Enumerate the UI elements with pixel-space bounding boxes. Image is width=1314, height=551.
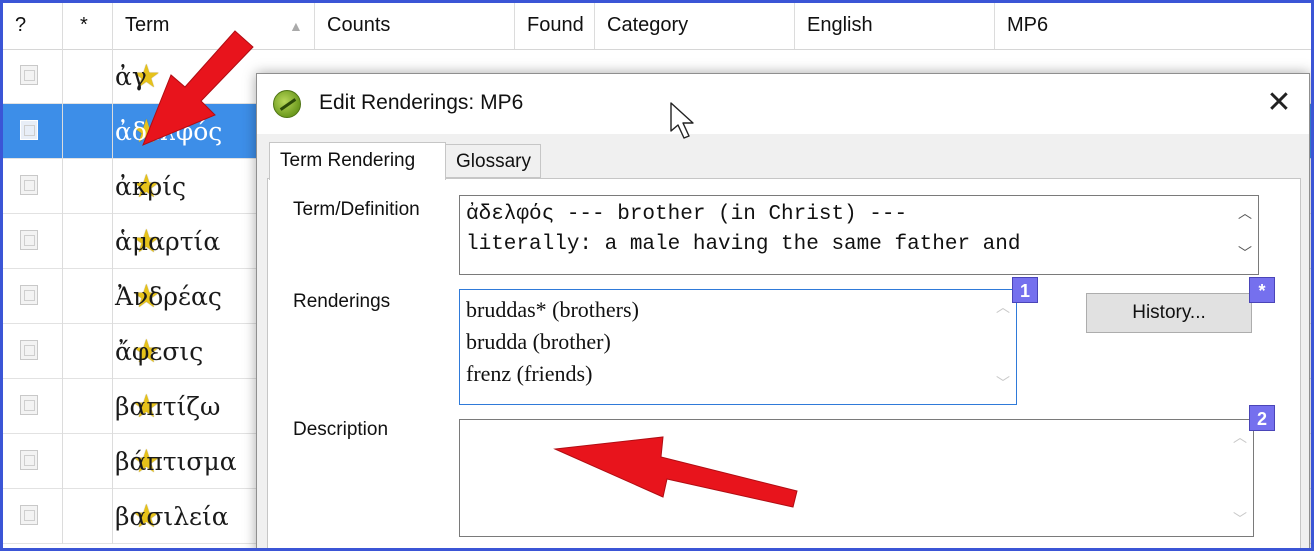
term-cell: ἄφεσις (115, 337, 204, 366)
column-header-english-label: English (807, 14, 873, 36)
column-header-star-label: * (80, 14, 88, 36)
history-badge: * (1249, 277, 1275, 303)
term-definition-field[interactable]: ἀδελφός --- brother (in Christ) --- lite… (459, 195, 1259, 275)
column-header-found[interactable]: Found (515, 3, 595, 49)
term-cell: Ἀνδρέας (115, 282, 222, 311)
app-window: ? * Term ▲ Counts Found Category English… (0, 0, 1314, 551)
app-logo-icon (273, 90, 301, 118)
description-label: Description (293, 419, 389, 440)
term-cell: ἀκρίς (115, 172, 187, 201)
status-icon (20, 395, 38, 415)
rendering-item: bruddas* (brothers) (466, 297, 639, 322)
status-icon (20, 450, 38, 470)
edit-renderings-dialog: Edit Renderings: MP6 ✕ Term Rendering Gl… (256, 73, 1310, 548)
term-definition-line-2: literally: a male having the same father… (466, 233, 1021, 256)
term-cell: βασιλεία (115, 502, 229, 531)
tab-term-rendering[interactable]: Term Rendering (269, 142, 446, 180)
column-header-category[interactable]: Category (595, 3, 795, 49)
status-icon (20, 175, 38, 195)
dialog-titlebar[interactable]: Edit Renderings: MP6 ✕ (257, 74, 1309, 134)
scroll-up-icon[interactable]: ︿ (994, 298, 1012, 316)
status-icon (20, 120, 38, 140)
column-header-status[interactable]: ? (3, 3, 63, 49)
dialog-title: Edit Renderings: MP6 (319, 91, 524, 114)
status-icon (20, 65, 38, 85)
status-icon (20, 340, 38, 360)
column-header-term[interactable]: Term ▲ (113, 3, 315, 49)
column-header-english[interactable]: English (795, 3, 995, 49)
term-cell: βάπτισμα (115, 447, 237, 476)
term-cell: ἀγ (115, 62, 147, 91)
rendering-item: frenz (friends) (466, 361, 593, 386)
rendering-item: brudda (brother) (466, 329, 611, 354)
status-icon (20, 285, 38, 305)
close-button[interactable]: ✕ (1259, 84, 1299, 124)
column-header-counts[interactable]: Counts (315, 3, 515, 49)
renderings-field[interactable]: bruddas* (brothers) brudda (brother) fre… (459, 289, 1017, 405)
term-definition-label: Term/Definition (293, 199, 420, 220)
description-badge: 2 (1249, 405, 1275, 431)
scroll-up-icon[interactable]: ︿ (1231, 428, 1249, 446)
scroll-up-icon[interactable]: ︿ (1236, 204, 1254, 222)
column-header-counts-label: Counts (327, 14, 391, 36)
column-header-category-label: Category (607, 14, 689, 36)
table-header: ? * Term ▲ Counts Found Category English… (3, 3, 1311, 50)
scroll-down-icon[interactable]: ﹀ (1231, 510, 1249, 528)
status-icon (20, 230, 38, 250)
renderings-badge: 1 (1012, 277, 1038, 303)
history-button[interactable]: History... (1086, 293, 1252, 333)
column-header-status-label: ? (15, 14, 27, 36)
sort-ascending-icon: ▲ (289, 18, 303, 34)
scroll-down-icon[interactable]: ﹀ (994, 374, 1012, 392)
column-header-term-label: Term (125, 14, 170, 36)
renderings-label: Renderings (293, 291, 391, 312)
tab-glossary[interactable]: Glossary (445, 144, 541, 178)
term-cell: βαπτίζω (115, 392, 221, 421)
column-header-mp6-label: MP6 (1007, 14, 1049, 36)
term-rendering-panel: Term/Definition ἀδελφός --- brother (in … (267, 178, 1301, 548)
term-definition-text: ἀδελφός --- brother (in Christ) --- lite… (466, 200, 1021, 260)
column-header-mp6[interactable]: MP6 (995, 3, 1311, 49)
scroll-down-icon[interactable]: ﹀ (1236, 244, 1254, 262)
column-header-found-label: Found (527, 14, 584, 36)
column-header-star[interactable]: * (63, 3, 113, 49)
renderings-list: bruddas* (brothers) brudda (brother) fre… (466, 294, 639, 390)
description-field[interactable]: ︿ ﹀ (459, 419, 1254, 537)
term-cell: ἁμαρτία (115, 227, 221, 256)
status-icon (20, 505, 38, 525)
term-cell: ἀδελφός (115, 117, 223, 146)
term-definition-line-1: ἀδελφός --- brother (in Christ) --- (466, 203, 908, 226)
